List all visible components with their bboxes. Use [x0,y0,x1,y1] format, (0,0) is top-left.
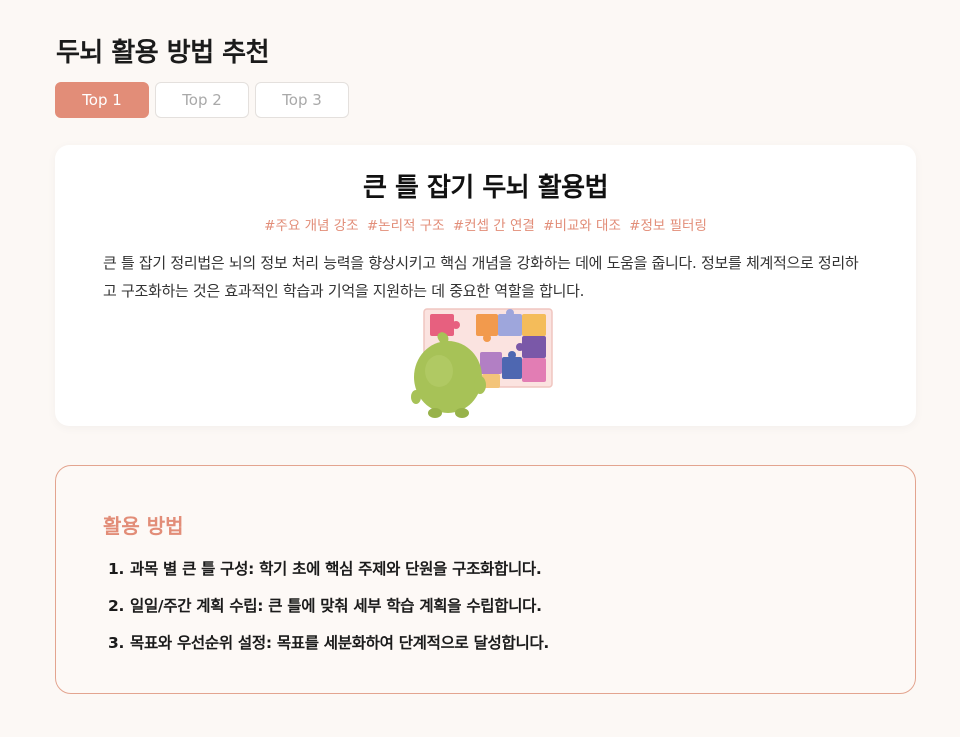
usage-item: 3. 목표와 우선순위 설정: 목표를 세분화하여 단계적으로 달성합니다. [108,631,549,668]
tab-top-3[interactable]: Top 3 [255,82,349,118]
page: 두뇌 활용 방법 추천 Top 1 Top 2 Top 3 큰 틀 잡기 두뇌 … [0,0,960,737]
tab-top-2[interactable]: Top 2 [155,82,249,118]
usage-item-text: 목표와 우선순위 설정: 목표를 세분화하여 단계적으로 달성합니다. [130,634,549,652]
puzzle-board-icon [411,308,553,418]
usage-item-number: 1. [108,560,125,578]
usage-card: 활용 방법 1. 과목 별 큰 틀 구성: 학기 초에 핵심 주제와 단원을 구조… [55,465,916,694]
method-title: 큰 틀 잡기 두뇌 활용법 [363,173,609,203]
hashtag: #비교와 대조 [543,218,621,234]
usage-list: 1. 과목 별 큰 틀 구성: 학기 초에 핵심 주제와 단원을 구조화합니다. … [108,557,549,668]
page-title: 두뇌 활용 방법 추천 [56,38,270,68]
hashtag-list: #주요 개념 강조 #논리적 구조 #컨셉 간 연결 #비교와 대조 #정보 필… [55,214,916,234]
hashtag: #논리적 구조 [366,218,445,234]
usage-item-text: 일일/주간 계획 수립: 큰 틀에 맞춰 세부 학습 계획을 수립합니다. [130,597,542,615]
usage-item: 2. 일일/주간 계획 수립: 큰 틀에 맞춰 세부 학습 계획을 수립합니다. [108,594,549,631]
usage-heading: 활용 방법 [103,514,184,538]
hashtag: #컨셉 간 연결 [452,218,535,234]
method-description: 큰 틀 잡기 정리법은 뇌의 정보 처리 능력을 향상시키고 핵심 개념을 강화… [103,254,859,300]
usage-item-number: 2. [108,597,125,615]
puzzle-character-illustration [410,307,555,422]
usage-item-text: 과목 별 큰 틀 구성: 학기 초에 핵심 주제와 단원을 구조화합니다. [130,560,542,578]
usage-item: 1. 과목 별 큰 틀 구성: 학기 초에 핵심 주제와 단원을 구조화합니다. [108,557,549,594]
hashtag: #주요 개념 강조 [264,218,359,234]
method-card: 큰 틀 잡기 두뇌 활용법 #주요 개념 강조 #논리적 구조 #컨셉 간 연결… [55,145,916,426]
tab-bar: Top 1 Top 2 Top 3 [55,82,349,118]
tab-top-1[interactable]: Top 1 [55,82,149,118]
usage-item-number: 3. [108,634,125,652]
hashtag: #정보 필터링 [629,218,707,234]
